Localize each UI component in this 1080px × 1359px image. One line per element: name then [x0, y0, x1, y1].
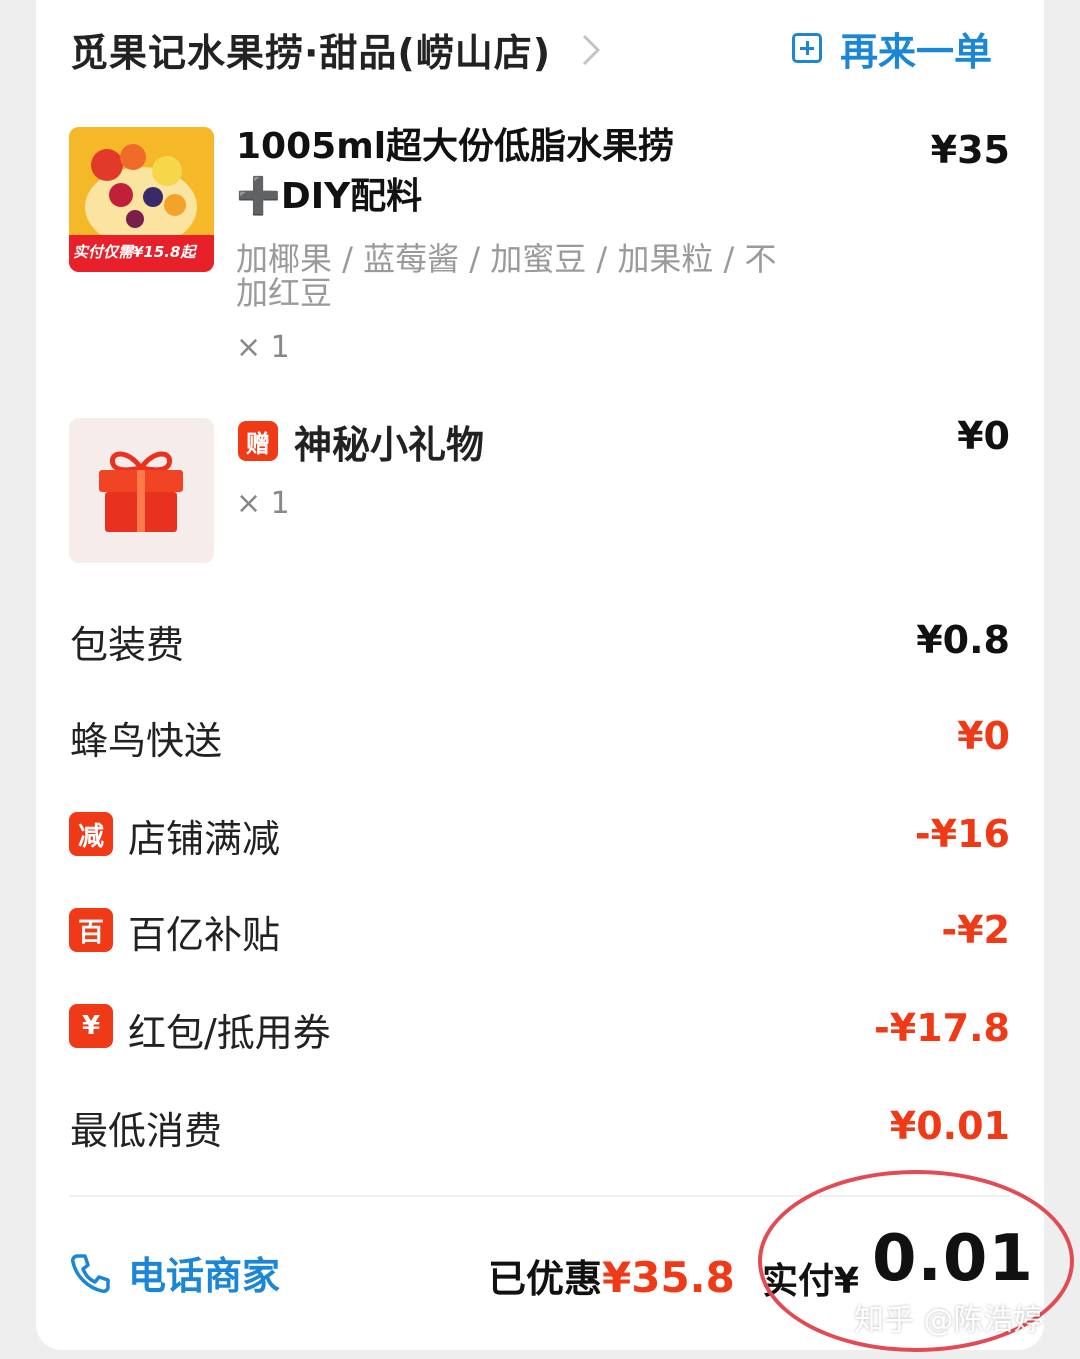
product-quantity: × 1	[236, 330, 290, 365]
product-price: ¥35	[930, 128, 1010, 172]
call-merchant-button[interactable]: 电话商家	[68, 1245, 280, 1300]
plus-square-icon	[792, 33, 822, 63]
call-merchant-label: 电话商家	[128, 1254, 281, 1298]
phone-icon	[71, 1253, 110, 1293]
delivery-value: ¥0	[957, 714, 1010, 758]
store-discount-value: -¥16	[914, 812, 1010, 856]
product-thumbnail[interactable]: 实付仅需¥15.8起	[69, 127, 214, 272]
subsidy-value: -¥2	[941, 908, 1010, 952]
min-charge-value: ¥0.01	[889, 1104, 1010, 1148]
subsidy-badge: 百	[69, 908, 113, 952]
gift-name[interactable]: 神秘小礼物	[294, 414, 484, 469]
store-discount-label: 店铺满减	[128, 817, 281, 861]
saved-label: 已优惠	[488, 1257, 603, 1301]
discount-badge: 减	[69, 812, 113, 856]
saved-summary: 已优惠¥35.8	[488, 1248, 735, 1303]
gift-icon	[99, 451, 183, 532]
order-detail-card: 觅果记水果捞·甜品(崂山店) 再来一单 实付仅需¥15.8起 1005ml超大份…	[36, 0, 1074, 1352]
product-options: 加椰果 / 蓝莓酱 / 加蜜豆 / 加果粒 / 不加红豆	[236, 240, 777, 312]
chevron-right-icon[interactable]	[574, 30, 608, 70]
thumbnail-badge-text: 实付仅需¥15.8起	[73, 243, 196, 261]
delivery-label: 蜂鸟快送	[70, 719, 223, 763]
subsidy-label: 百亿补贴	[128, 913, 281, 957]
watermark: 知乎 @陈浩婷	[854, 1303, 1044, 1338]
gift-quantity: × 1	[236, 486, 290, 521]
reorder-button[interactable]: 再来一单	[792, 22, 992, 74]
product-name[interactable]: 1005ml超大份低脂水果捞➕DIY配料	[236, 122, 756, 222]
shop-name[interactable]: 觅果记水果捞·甜品(崂山店)	[70, 22, 551, 77]
min-charge-label: 最低消费	[70, 1109, 223, 1153]
coupon-badge: ¥	[69, 1004, 113, 1048]
coupon-value: -¥17.8	[874, 1006, 1010, 1050]
reorder-label: 再来一单	[840, 29, 993, 74]
packaging-fee-label: 包装费	[70, 623, 185, 667]
gift-thumbnail[interactable]	[69, 418, 214, 563]
gift-price: ¥0	[957, 414, 1010, 458]
coupon-label: 红包/抵用券	[128, 1011, 331, 1055]
gift-badge: 赠	[238, 421, 278, 461]
saved-amount: ¥35.8	[602, 1253, 735, 1302]
packaging-fee-value: ¥0.8	[916, 618, 1010, 662]
